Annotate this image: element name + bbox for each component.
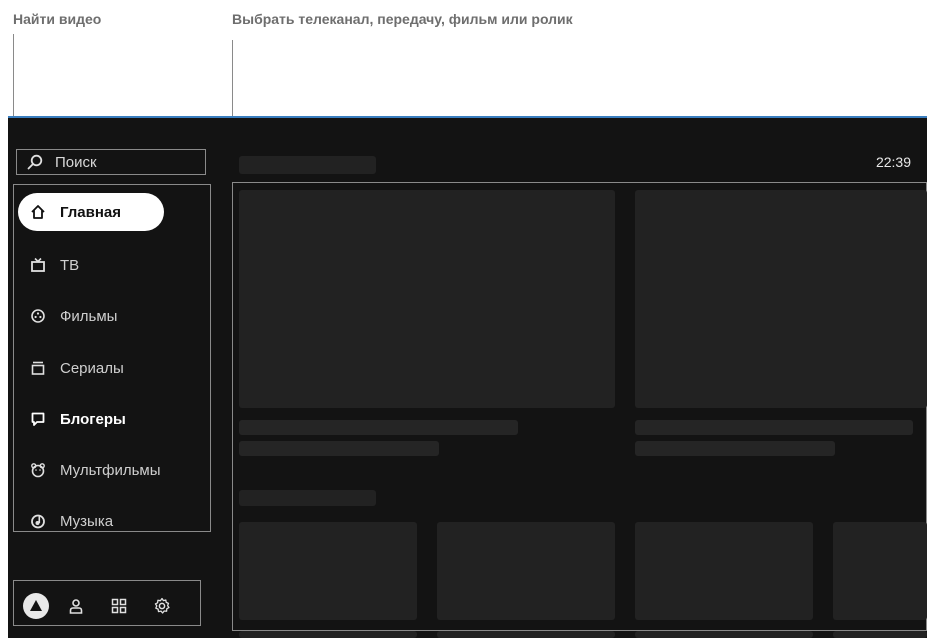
music-icon	[31, 514, 45, 529]
nav-item-label: Сериалы	[60, 359, 124, 377]
film-reel-icon	[31, 309, 45, 323]
alice-icon	[23, 593, 49, 619]
nav-item-label: Главная	[60, 203, 122, 221]
apps-grid-icon	[111, 598, 127, 614]
content-card[interactable]	[635, 190, 927, 408]
nav-item-series[interactable]: Сериалы	[18, 349, 164, 387]
card-title-placeholder	[635, 420, 913, 435]
section-title-placeholder	[239, 490, 376, 506]
home-icon	[31, 205, 45, 219]
bear-icon	[31, 463, 45, 478]
content-card	[239, 631, 417, 638]
nav-item-label: Блогеры	[60, 410, 126, 428]
nav-item-label: Мультфильмы	[60, 461, 161, 479]
section-title-placeholder	[239, 156, 376, 174]
alice-button[interactable]	[22, 592, 50, 625]
content-callout: Выбрать телеканал, передачу, фильм или р…	[232, 11, 573, 27]
apps-button[interactable]	[111, 598, 127, 619]
nav-item-label: Фильмы	[60, 307, 118, 325]
content-card	[833, 631, 927, 638]
content-card	[635, 631, 813, 638]
nav-item-music[interactable]: Музыка	[18, 502, 164, 540]
clock: 22:39	[875, 154, 911, 170]
nav-item-label: Музыка	[60, 512, 114, 530]
chat-icon	[31, 412, 45, 426]
search-label: Поиск	[55, 153, 97, 171]
profile-button[interactable]	[68, 598, 84, 619]
search-callout: Найти видео	[13, 11, 102, 27]
series-icon	[31, 361, 45, 375]
nav-item-label: ТВ	[60, 256, 80, 274]
nav-item-films[interactable]: Фильмы	[18, 297, 164, 335]
nav-item-bloggers[interactable]: Блогеры	[18, 400, 164, 438]
card-subtitle-placeholder	[239, 441, 439, 456]
nav-item-cartoons[interactable]: Мультфильмы	[18, 451, 164, 489]
nav-item-tv[interactable]: ТВ	[18, 246, 164, 284]
content-card[interactable]	[833, 522, 927, 620]
content-card[interactable]	[239, 522, 417, 620]
content-card[interactable]	[635, 522, 813, 620]
card-title-placeholder	[239, 420, 518, 435]
nav-item-home[interactable]: Главная	[18, 193, 164, 231]
search-icon	[27, 154, 43, 170]
tv-icon	[31, 257, 45, 272]
content-card[interactable]	[437, 522, 615, 620]
content-card	[437, 631, 615, 638]
card-subtitle-placeholder	[635, 441, 835, 456]
settings-icon	[154, 597, 170, 614]
search-button[interactable]: Поиск	[16, 149, 206, 175]
content-card[interactable]	[239, 190, 615, 408]
profile-icon	[69, 599, 83, 614]
settings-button[interactable]	[153, 597, 171, 620]
